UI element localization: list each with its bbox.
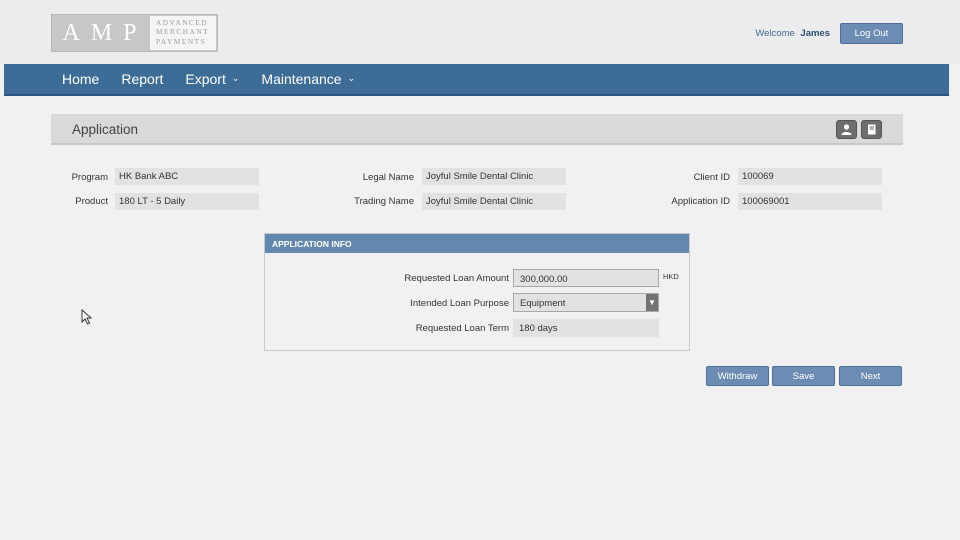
- page-title: Application: [72, 122, 139, 137]
- book-icon: [868, 124, 876, 135]
- legal-name-label: Legal Name: [362, 172, 414, 183]
- withdraw-button[interactable]: Withdraw: [706, 366, 769, 386]
- logo-line-1: ADVANCED: [156, 19, 209, 27]
- welcome-message: Welcome James: [755, 28, 830, 39]
- user-icon: [841, 124, 852, 135]
- loan-term-value[interactable]: 180 days: [513, 319, 659, 337]
- amp-logo[interactable]: AMP ADVANCED MERCHANT PAYMENTS: [51, 14, 218, 52]
- application-id-label: Application ID: [671, 196, 730, 207]
- mouse-cursor-icon: [81, 309, 93, 325]
- user-name: James: [800, 28, 830, 39]
- loan-purpose-label: Intended Loan Purpose: [410, 298, 509, 309]
- loan-amount-input[interactable]: 300,000.00: [513, 269, 659, 287]
- trading-name-label: Trading Name: [354, 196, 414, 207]
- nav-report[interactable]: Report: [121, 71, 163, 87]
- logo-line-3: PAYMENTS: [156, 37, 207, 46]
- top-header: AMP ADVANCED MERCHANT PAYMENTS Welcome J…: [0, 0, 960, 64]
- nav-maintenance-label: Maintenance: [261, 71, 342, 87]
- currency-unit: HKD: [663, 272, 679, 281]
- legal-name-value: Joyful Smile Dental Clinic: [422, 168, 566, 185]
- trading-name-value: Joyful Smile Dental Clinic: [422, 193, 566, 210]
- loan-purpose-select[interactable]: Equipment ▼: [513, 293, 659, 312]
- logout-button[interactable]: Log Out: [840, 23, 903, 44]
- loan-amount-label: Requested Loan Amount: [404, 273, 509, 284]
- logo-tagline: ADVANCED MERCHANT PAYMENTS: [150, 16, 216, 50]
- program-label: Program: [71, 172, 108, 183]
- save-button[interactable]: Save: [772, 366, 835, 386]
- welcome-prefix: Welcome: [755, 28, 795, 39]
- application-info-panel: APPLICATION INFO Requested Loan Amount 3…: [264, 233, 690, 351]
- main-nav: Home Report Export ⌄ Maintenance ⌄: [4, 64, 949, 96]
- nav-maintenance[interactable]: Maintenance ⌄: [261, 71, 355, 87]
- application-id-value: 100069001: [738, 193, 882, 210]
- loan-term-label: Requested Loan Term: [415, 323, 509, 334]
- section-title-bar: Application: [51, 114, 903, 145]
- loan-purpose-value: Equipment: [520, 298, 566, 309]
- chevron-down-icon: ⌄: [231, 72, 240, 83]
- chevron-down-icon: ▼: [646, 294, 658, 311]
- nav-export[interactable]: Export ⌄: [185, 71, 239, 87]
- chevron-down-icon: ⌄: [347, 72, 356, 83]
- product-label: Product: [75, 196, 108, 207]
- logo-line-2: MERCHANT: [156, 28, 210, 37]
- logo-letters: AMP: [62, 19, 148, 46]
- user-profile-button[interactable]: [836, 120, 857, 139]
- nav-export-label: Export: [185, 71, 226, 87]
- notes-button[interactable]: [861, 120, 882, 139]
- nav-home-label: Home: [62, 71, 100, 87]
- next-button[interactable]: Next: [839, 366, 902, 386]
- nav-report-label: Report: [121, 71, 164, 87]
- program-value: HK Bank ABC: [115, 168, 259, 185]
- nav-home[interactable]: Home: [62, 71, 99, 87]
- client-id-label: Client ID: [693, 172, 730, 183]
- application-info-heading: APPLICATION INFO: [265, 234, 689, 253]
- client-id-value: 100069: [738, 168, 882, 185]
- product-value: 180 LT - 5 Daily: [115, 193, 259, 210]
